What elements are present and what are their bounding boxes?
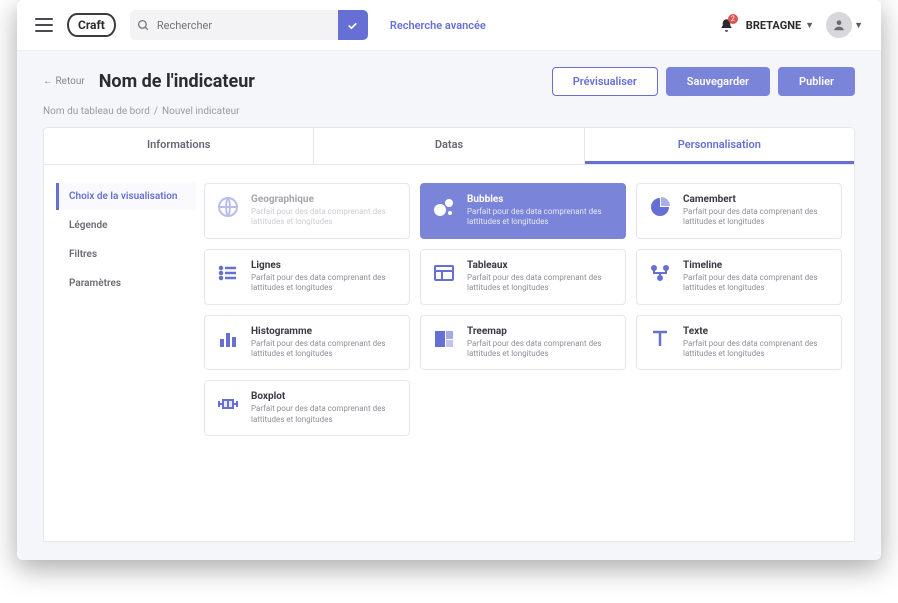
card-desc: Parfait pour des data comprenant des lat… [251, 273, 399, 294]
card-title: Camembert [683, 194, 831, 205]
page-title: Nom de l'indicateur [99, 71, 255, 92]
card-geographique[interactable]: Geographique Parfait pour des data compre… [204, 183, 410, 239]
save-button[interactable]: Sauvegarder [666, 67, 770, 96]
card-title: Histogramme [251, 326, 399, 337]
viz-grid: Geographique Parfait pour des data compre… [204, 183, 842, 523]
tabs: Informations Datas Personnalisation [43, 127, 855, 165]
boxplot-icon [215, 391, 241, 417]
back-link[interactable]: ← Retour [43, 76, 85, 87]
card-desc: Parfait pour des data comprenant des lat… [683, 207, 831, 228]
card-title: Timeline [683, 260, 831, 271]
search-icon [130, 19, 157, 32]
card-desc: Parfait pour des data comprenant des lat… [251, 404, 399, 425]
sidenav-filtres[interactable]: Filtres [56, 241, 196, 268]
user-menu[interactable]: ▼ [826, 12, 863, 38]
search-input[interactable] [157, 19, 338, 32]
tab-informations[interactable]: Informations [44, 128, 314, 164]
tab-datas[interactable]: Datas [314, 128, 584, 164]
sidenav-visualisation[interactable]: Choix de la visualisation [56, 183, 196, 210]
card-title: Treemap [467, 326, 615, 337]
card-desc: Parfait pour des data comprenant des lat… [467, 207, 615, 228]
menu-icon[interactable] [35, 18, 53, 32]
card-boxplot[interactable]: Boxplot Parfait pour des data comprenant … [204, 380, 410, 436]
card-desc: Parfait pour des data comprenant des lat… [251, 339, 399, 360]
side-nav: Choix de la visualisation Légende Filtre… [56, 183, 196, 523]
breadcrumb: Nom du tableau de bord/Nouvel indicateur [17, 106, 881, 127]
list-icon [215, 260, 241, 286]
card-title: Lignes [251, 260, 399, 271]
notifications-icon[interactable]: 2 [719, 18, 734, 33]
card-camembert[interactable]: Camembert Parfait pour des data comprenan… [636, 183, 842, 239]
search-field [130, 10, 368, 40]
card-histogramme[interactable]: Histogramme Parfait pour des data compren… [204, 315, 410, 371]
card-title: Boxplot [251, 391, 399, 402]
card-treemap[interactable]: Treemap Parfait pour des data comprenant … [420, 315, 626, 371]
card-timeline[interactable]: Timeline Parfait pour des data comprenant… [636, 249, 842, 305]
bubbles-icon [431, 194, 457, 220]
tab-personnalisation[interactable]: Personnalisation [585, 128, 854, 164]
card-desc: Parfait pour des data comprenant des lat… [251, 207, 399, 228]
card-desc: Parfait pour des data comprenant des lat… [467, 339, 615, 360]
sidenav-legende[interactable]: Légende [56, 212, 196, 239]
table-icon [431, 260, 457, 286]
logo: Craft [67, 13, 116, 37]
region-selector[interactable]: BRETAGNE▼ [746, 19, 814, 32]
timeline-icon [647, 260, 673, 286]
topbar: Craft Recherche avancée 2 BRETAGNE▼ ▼ [17, 0, 881, 51]
avatar-icon [826, 12, 852, 38]
card-lignes[interactable]: Lignes Parfait pour des data comprenant d… [204, 249, 410, 305]
text-icon [647, 326, 673, 352]
bar-icon [215, 326, 241, 352]
card-title: Bubbles [467, 194, 615, 205]
card-title: Tableaux [467, 260, 615, 271]
publish-button[interactable]: Publier [778, 67, 855, 96]
advanced-search-link[interactable]: Recherche avancée [390, 19, 486, 32]
card-texte[interactable]: Texte Parfait pour des data comprenant de… [636, 315, 842, 371]
card-bubbles[interactable]: Bubbles Parfait pour des data comprenant … [420, 183, 626, 239]
globe-icon [215, 194, 241, 220]
preview-button[interactable]: Prévisualiser [552, 67, 658, 96]
card-title: Texte [683, 326, 831, 337]
sidenav-parametres[interactable]: Paramètres [56, 270, 196, 297]
treemap-icon [431, 326, 457, 352]
card-desc: Parfait pour des data comprenant des lat… [683, 273, 831, 294]
card-desc: Parfait pour des data comprenant des lat… [467, 273, 615, 294]
card-title: Geographique [251, 194, 399, 205]
notification-badge: 2 [728, 14, 738, 24]
card-desc: Parfait pour des data comprenant des lat… [683, 339, 831, 360]
pie-icon [647, 194, 673, 220]
card-tableaux[interactable]: Tableaux Parfait pour des data comprenant… [420, 249, 626, 305]
search-submit-button[interactable] [338, 10, 368, 40]
